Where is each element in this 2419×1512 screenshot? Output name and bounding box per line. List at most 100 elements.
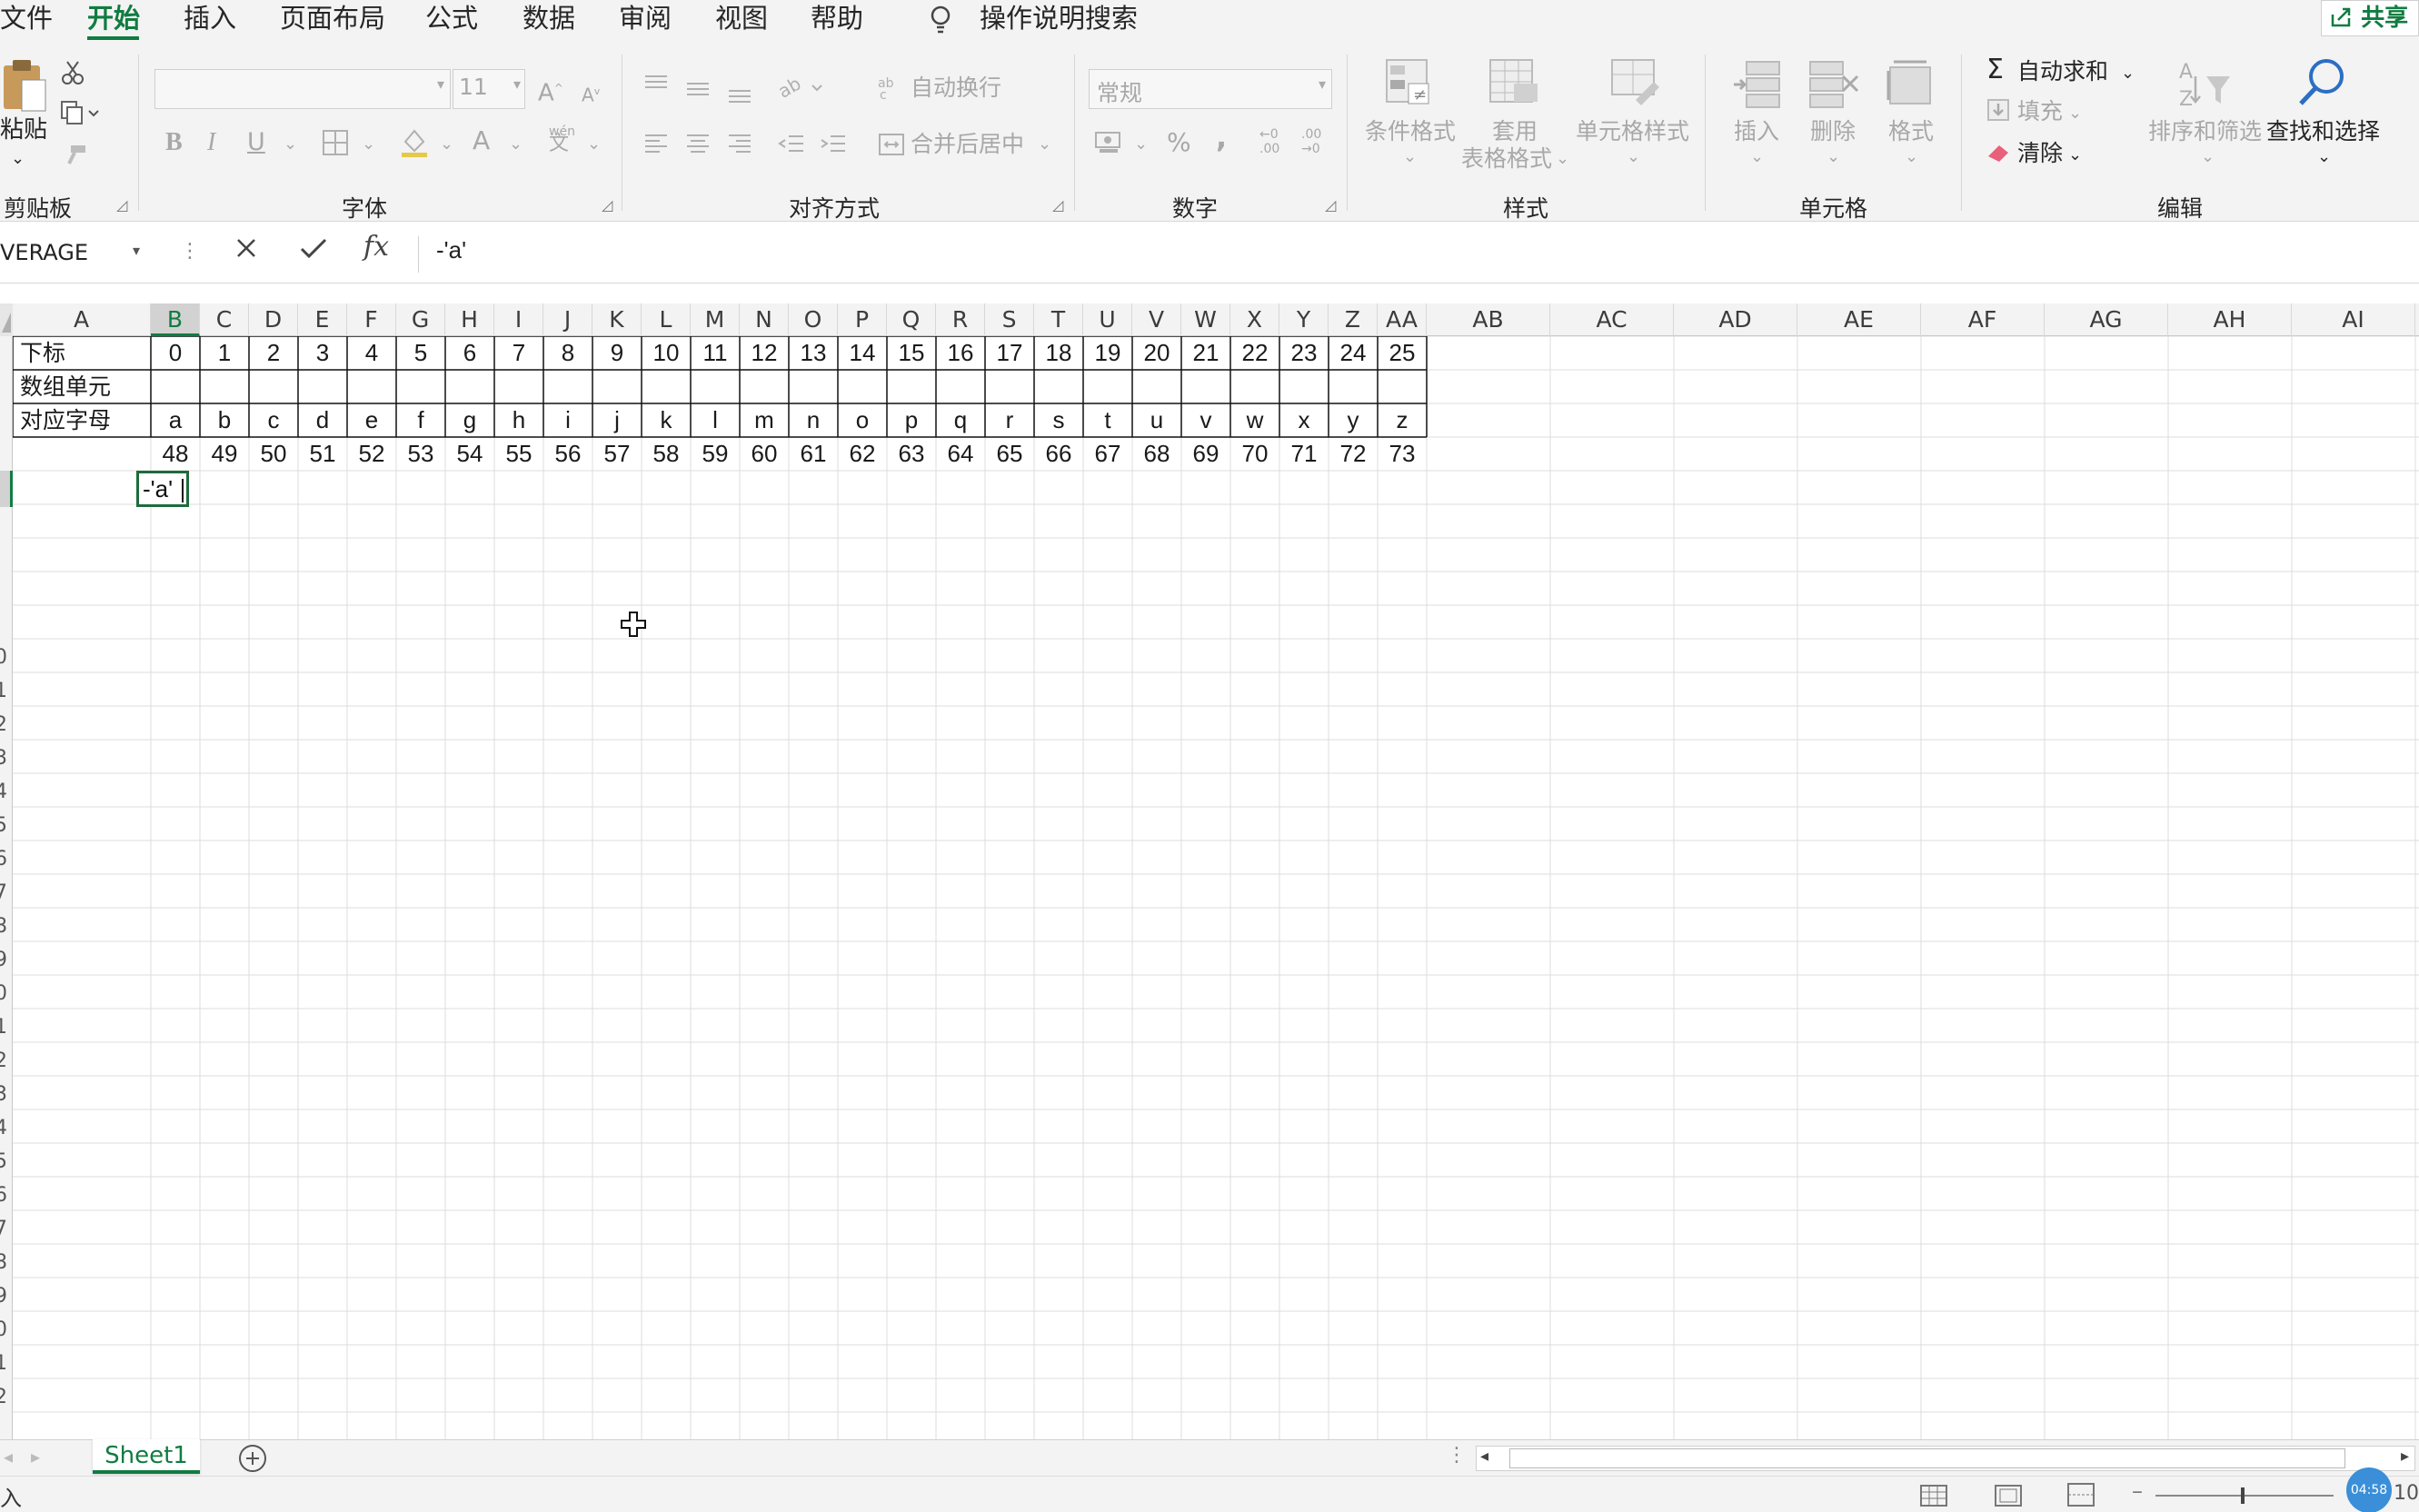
cell-m1[interactable]: 11: [691, 336, 740, 370]
sort-filter-icon[interactable]: AZ: [2175, 58, 2234, 113]
row-header-fragment[interactable]: 7: [0, 881, 7, 904]
cell-j3[interactable]: i: [543, 403, 592, 437]
cell-x4[interactable]: 70: [1230, 437, 1279, 471]
zoom-slider[interactable]: [2155, 1495, 2334, 1497]
column-header-p[interactable]: P: [838, 303, 887, 336]
cell-u4[interactable]: 67: [1083, 437, 1132, 471]
column-header-ad[interactable]: AD: [1674, 303, 1797, 336]
cell-styles-button[interactable]: 单元格样式: [1576, 118, 1689, 145]
increase-font-icon[interactable]: A^: [538, 75, 563, 107]
active-cell-editor[interactable]: -'a': [136, 471, 189, 507]
cell-u1[interactable]: 19: [1083, 336, 1132, 370]
normal-view-icon[interactable]: [1919, 1484, 1948, 1511]
tab-home[interactable]: 开始: [87, 2, 140, 35]
row-header-fragment[interactable]: 6: [0, 848, 7, 870]
row-header-fragment[interactable]: 6: [0, 1184, 7, 1207]
insert-function-icon[interactable]: fx: [363, 231, 389, 263]
align-center-icon[interactable]: [685, 133, 711, 158]
font-launcher-icon[interactable]: ◿: [602, 196, 612, 214]
select-all-corner[interactable]: [0, 303, 13, 336]
autosum-icon[interactable]: Σ: [1986, 56, 2004, 84]
cell-m4[interactable]: 59: [691, 437, 740, 471]
row-header-fragment[interactable]: 9: [0, 949, 7, 971]
cell-u3[interactable]: t: [1083, 403, 1132, 437]
column-header-n[interactable]: N: [740, 303, 789, 336]
paste-icon[interactable]: [0, 58, 47, 116]
row-header-fragment[interactable]: 0: [0, 646, 7, 669]
column-header-ai[interactable]: AI: [2292, 303, 2415, 336]
find-dropdown-icon[interactable]: ⌄: [2317, 144, 2331, 171]
cell-n4[interactable]: 60: [740, 437, 789, 471]
italic-icon[interactable]: I: [207, 129, 215, 156]
align-middle-icon[interactable]: [685, 78, 711, 104]
merge-center-button[interactable]: 合并后居中: [911, 131, 1024, 158]
page-layout-view-icon[interactable]: [1994, 1484, 2023, 1511]
column-header-y[interactable]: Y: [1279, 303, 1329, 336]
horizontal-scrollbar[interactable]: ◂ ▸: [1476, 1446, 2415, 1471]
row-header-fragment[interactable]: 0: [0, 982, 7, 1005]
cell-o3[interactable]: n: [789, 403, 838, 437]
cut-icon[interactable]: [60, 60, 85, 89]
clipboard-launcher-icon[interactable]: ◿: [116, 196, 127, 214]
column-header-u[interactable]: U: [1083, 303, 1132, 336]
tab-review[interactable]: 审阅: [619, 2, 672, 35]
accounting-dropdown-icon[interactable]: ⌄: [1134, 131, 1148, 158]
cell-j4[interactable]: 56: [543, 437, 592, 471]
column-header-a[interactable]: A: [13, 303, 151, 336]
sort-dropdown-icon[interactable]: ⌄: [2201, 144, 2215, 171]
cell-a1[interactable]: 下标: [13, 336, 151, 370]
format-table-dropdown-icon[interactable]: ⌄: [1556, 145, 1569, 173]
cell-p3[interactable]: o: [838, 403, 887, 437]
merge-center-icon[interactable]: [878, 133, 905, 160]
zoom-slider-thumb[interactable]: [2241, 1487, 2245, 1504]
wrap-text-button[interactable]: 自动换行: [911, 75, 1001, 102]
cell-s4[interactable]: 65: [985, 437, 1034, 471]
add-sheet-icon[interactable]: [238, 1444, 267, 1477]
cell-y1[interactable]: 23: [1279, 336, 1329, 370]
row-header-fragment[interactable]: 9: [0, 1285, 7, 1308]
column-header-q[interactable]: Q: [887, 303, 936, 336]
column-header-j[interactable]: J: [543, 303, 592, 336]
column-header-af[interactable]: AF: [1921, 303, 2045, 336]
column-header-ag[interactable]: AG: [2045, 303, 2168, 336]
conditional-formatting-button[interactable]: 条件格式: [1365, 118, 1456, 145]
cell-l4[interactable]: 58: [642, 437, 691, 471]
cell-r1[interactable]: 16: [936, 336, 985, 370]
cell-a2[interactable]: 数组单元: [13, 370, 151, 403]
font-color-dropdown-icon[interactable]: ⌄: [509, 131, 523, 158]
row-header-fragment[interactable]: 8: [0, 1251, 7, 1274]
cell-h1[interactable]: 6: [445, 336, 494, 370]
scroll-left-icon[interactable]: ◂: [1480, 1447, 1488, 1466]
scroll-right-icon[interactable]: ▸: [2401, 1447, 2409, 1466]
cell-j1[interactable]: 8: [543, 336, 592, 370]
cell-d3[interactable]: c: [249, 403, 298, 437]
sheet-tab-sheet1[interactable]: Sheet1: [93, 1439, 200, 1474]
row-header-fragment[interactable]: 8: [0, 915, 7, 938]
cell-h4[interactable]: 54: [445, 437, 494, 471]
decrease-indent-icon[interactable]: [778, 133, 805, 158]
clear-dropdown-icon[interactable]: ⌄: [2068, 142, 2082, 169]
cell-aa1[interactable]: 25: [1378, 336, 1427, 370]
clear-button[interactable]: 清除: [2017, 140, 2063, 167]
cell-b1[interactable]: 0: [151, 336, 200, 370]
cell-d1[interactable]: 2: [249, 336, 298, 370]
cell-q4[interactable]: 63: [887, 437, 936, 471]
tell-me-search[interactable]: 操作说明搜索: [980, 2, 1138, 35]
page-break-view-icon[interactable]: [2066, 1482, 2095, 1511]
align-bottom-icon[interactable]: [727, 84, 752, 109]
row-header-fragment[interactable]: 0: [0, 1318, 7, 1341]
insert-dropdown-icon[interactable]: ⌄: [1750, 144, 1764, 171]
share-button[interactable]: 共享: [2321, 0, 2419, 36]
alignment-launcher-icon[interactable]: ◿: [1052, 196, 1063, 214]
cell-x1[interactable]: 22: [1230, 336, 1279, 370]
cell-e3[interactable]: d: [298, 403, 347, 437]
accounting-format-icon[interactable]: [1094, 129, 1123, 158]
row-header-fragment[interactable]: 3: [0, 747, 7, 770]
paste-dropdown-icon[interactable]: ⌄: [11, 145, 25, 173]
selected-row-header[interactable]: [0, 471, 13, 507]
column-header-b[interactable]: B: [151, 303, 200, 336]
scrollbar-thumb[interactable]: [1509, 1448, 2345, 1468]
cell-s1[interactable]: 17: [985, 336, 1034, 370]
row-header-fragment[interactable]: 3: [0, 1083, 7, 1106]
cell-b3[interactable]: a: [151, 403, 200, 437]
